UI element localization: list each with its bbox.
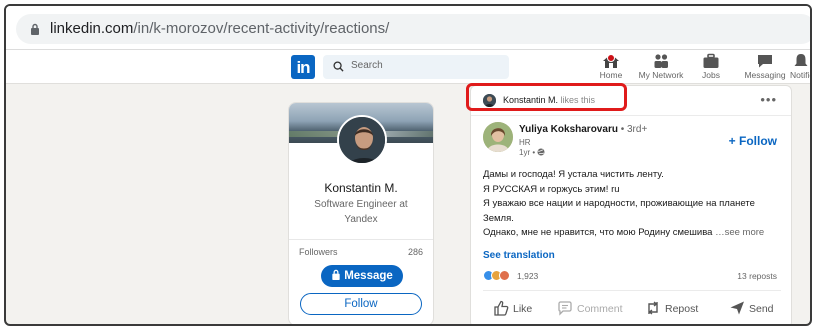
like-label: Like: [513, 303, 533, 315]
post-line: Я уважаю все нации и народности, прожива…: [483, 198, 755, 209]
follow-button[interactable]: Follow: [300, 293, 422, 315]
followers-count: 286: [407, 247, 423, 257]
post-author[interactable]: Yuliya Koksharovaru • 3rd+: [519, 124, 647, 135]
red-highlight-annotation: [466, 83, 627, 111]
nav-home-label: Home: [599, 70, 623, 80]
send-icon: [730, 301, 744, 315]
thumbs-up-icon: [494, 300, 509, 316]
more-options-icon[interactable]: •••: [760, 92, 777, 107]
comment-button[interactable]: Comment: [557, 300, 623, 320]
divider: [289, 239, 433, 240]
post-line: Дамы и господа! Я устала чистить ленту.: [483, 169, 664, 180]
author-headline: HR: [519, 138, 531, 147]
search-icon: [333, 61, 344, 72]
message-button-label: Message: [344, 270, 393, 282]
author-name-text: Yuliya Koksharova: [519, 124, 608, 135]
nav-jobs-label: Jobs: [702, 70, 720, 80]
post-line-truncated: Однако, мне не нравится, что мою Родину …: [483, 226, 785, 241]
divider: [483, 290, 781, 291]
post-line: Я РУССКАЯ и горжусь этим! ru: [483, 183, 620, 195]
url-host: linkedin.com: [50, 20, 134, 37]
repost-button[interactable]: Repost: [645, 300, 698, 320]
profile-card: Konstantin M. Software Engineer at Yande…: [288, 102, 434, 324]
see-translation-link[interactable]: See translation: [483, 250, 555, 261]
repost-icon: [648, 301, 658, 315]
post-line: Земля.: [483, 212, 514, 224]
chat-icon: [758, 55, 772, 68]
notification-dot: [607, 54, 615, 62]
person-icon: [483, 122, 513, 152]
lock-icon: [332, 269, 340, 280]
send-button[interactable]: Send: [729, 300, 774, 320]
post-time-text: 1yr •: [519, 148, 536, 157]
profile-name[interactable]: Konstantin M.: [289, 181, 433, 195]
activity-post-card: Konstantin M. likes this ••• Yuliya Koks…: [470, 85, 792, 324]
browser-window: linkedin.com/in/k-morozov/recent-activit…: [4, 4, 812, 326]
briefcase-icon: [703, 53, 719, 68]
author-name-suffix: ru: [607, 124, 618, 135]
post-line: Однако, мне не нравится, что мою Родину …: [483, 227, 713, 238]
author-avatar[interactable]: [483, 122, 513, 152]
connection-degree: • 3rd+: [620, 124, 648, 135]
nav-notifications[interactable]: Notific: [790, 52, 812, 84]
nav-my-network[interactable]: My Network: [634, 52, 688, 84]
bell-icon: [794, 54, 808, 66]
nav-messaging-label: Messaging: [744, 70, 786, 80]
url-text: linkedin.com/in/k-morozov/recent-activit…: [50, 20, 389, 37]
send-label: Send: [749, 303, 774, 315]
lock-icon: [31, 23, 39, 35]
nav-my-network-label: My Network: [638, 70, 684, 80]
linkedin-logo[interactable]: in: [291, 55, 315, 79]
network-icon: [654, 54, 668, 68]
linkedin-navbar: in Search Home My Network Jobs Messaging…: [6, 50, 810, 84]
profile-avatar[interactable]: [337, 115, 387, 165]
profile-headline: Software Engineer at Yandex: [314, 199, 408, 225]
see-more-link[interactable]: …see more: [715, 227, 764, 238]
globe-icon: [537, 148, 545, 156]
repost-label: Repost: [665, 303, 699, 315]
search-placeholder: Search: [351, 60, 383, 71]
post-follow-button[interactable]: + Follow: [729, 134, 777, 148]
nav-home[interactable]: Home: [592, 52, 630, 84]
reposts-count[interactable]: 13 reposts: [737, 271, 777, 281]
nav-messaging[interactable]: Messaging: [740, 52, 790, 84]
address-bar: linkedin.com/in/k-morozov/recent-activit…: [6, 6, 810, 50]
person-icon: [339, 117, 385, 163]
comment-icon: [558, 301, 572, 316]
nav-jobs[interactable]: Jobs: [696, 52, 726, 84]
reaction-count: 1,923: [517, 271, 539, 281]
url-path: /in/k-morozov/recent-activity/reactions/: [133, 20, 390, 37]
nav-notifications-label: Notific: [790, 70, 812, 80]
url-field[interactable]: linkedin.com/in/k-morozov/recent-activit…: [16, 14, 810, 44]
love-reaction-icon: [499, 270, 510, 281]
search-input[interactable]: Search: [323, 55, 509, 79]
like-button[interactable]: Like: [493, 300, 532, 320]
followers-label: Followers: [299, 247, 338, 257]
comment-label: Comment: [577, 303, 623, 315]
post-text: Дамы и господа! Я устала чистить ленту. …: [483, 168, 785, 241]
post-time: 1yr •: [519, 148, 545, 157]
message-button[interactable]: Message: [321, 265, 403, 287]
